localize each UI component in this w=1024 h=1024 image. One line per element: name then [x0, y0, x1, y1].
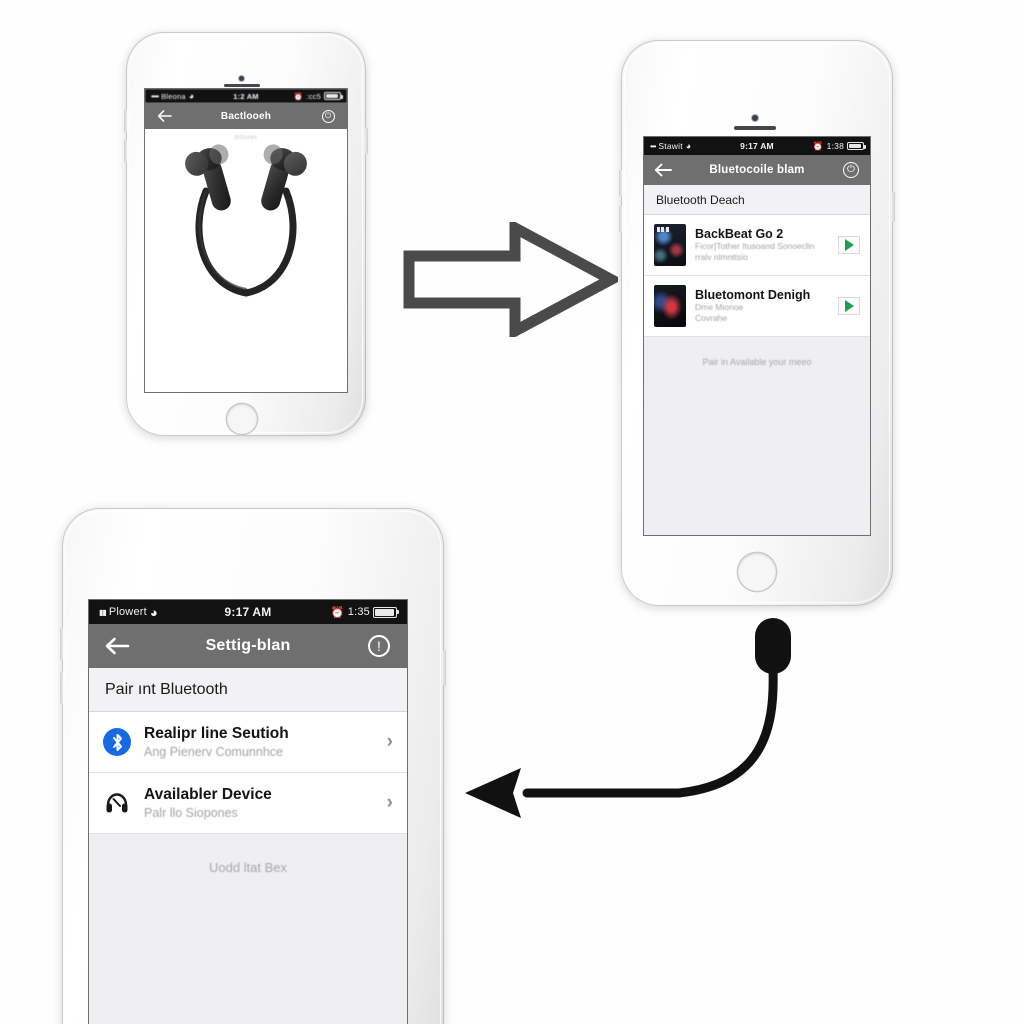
battery-icon [324, 92, 344, 100]
phone-1: •••• Bleona ◕ 1:2 AM ⏰ :cc5 Bactlooeh ⏻ … [124, 32, 368, 436]
phone-3-title: Settig-blan [205, 637, 291, 654]
carrier-label: Stawit [658, 141, 683, 151]
device-name: Bluetomont Denigh [695, 287, 811, 302]
phone-2-title: Bluetocoile blam [709, 164, 805, 176]
earbuds-illustration [145, 125, 347, 340]
phone-1-earpiece-speaker [224, 84, 260, 87]
alarm-icon: ⏰ [293, 91, 304, 101]
phone-3: ▮▮ Plowert ◕ 9:17 AM ⏰ 1:35 Settig-blan … [60, 508, 446, 1024]
phone-3-navbar: Settig-blan ! [89, 624, 407, 668]
chevron-right-icon: › [386, 792, 393, 813]
phone-1-title: Bactlooeh [220, 110, 272, 122]
carrier-label: Plowert [108, 606, 147, 618]
power-icon[interactable]: ⏻ [318, 106, 338, 126]
device-subtitle-line2: Covrahe [695, 313, 728, 323]
device-thumbnail-icon [654, 224, 686, 266]
phone-1-home-button[interactable] [227, 404, 257, 434]
back-arrow-icon[interactable] [154, 106, 174, 126]
signal-strength-icon: ▮▮ [99, 607, 107, 617]
list-item[interactable]: Realipr line Seutioh Ang Pienerv Comunnh… [89, 712, 407, 773]
phone-3-footer-note: Uodd ltat Bex [208, 860, 288, 875]
alarm-icon: ⏰ [812, 140, 824, 151]
battery-icon [847, 142, 866, 150]
device-subtitle-line2: rralv nlmnttsio [695, 252, 748, 262]
power-icon[interactable]: ⏻ [841, 160, 861, 180]
phone-2-earpiece-speaker [734, 126, 776, 130]
wifi-icon: ◕ [188, 91, 195, 101]
phone-3-volume-down-button[interactable] [60, 672, 63, 704]
phone-3-settings-list: Realipr line Seutioh Ang Pienerv Comunnh… [89, 712, 407, 834]
table-row[interactable]: Bluetomont Denigh Dme Mionoe Covrahe [644, 276, 870, 337]
signal-strength-icon: ••• [650, 141, 656, 151]
phone-2: ••• Stawit ◕ 9:17 AM ⏰ 1:38 Bluetocoile … [619, 40, 895, 606]
phone-2-volume-down-button[interactable] [619, 206, 622, 232]
device-subtitle-line1: Ficor]Tother Itusoand Sonoeclin [695, 240, 815, 251]
phone-2-footer-note: Pair in Available your meeo [702, 357, 812, 367]
alarm-icon: ⏰ [330, 606, 345, 619]
play-icon[interactable] [838, 236, 860, 254]
phone-1-power-button[interactable] [365, 128, 368, 154]
phone-2-device-list: BackBeat Go 2 Ficor]Tother Itusoand Sono… [644, 215, 870, 337]
phone-1-screen: •••• Bleona ◕ 1:2 AM ⏰ :cc5 Bactlooeh ⏻ … [145, 89, 347, 392]
wifi-icon: ◕ [149, 604, 158, 620]
phone-2-volume-up-button[interactable] [619, 170, 622, 196]
phone-1-volume-up-button[interactable] [124, 110, 127, 132]
battery-percent-label: 1:38 [826, 141, 844, 151]
phone-1-front-camera-icon [239, 76, 244, 81]
phone-2-power-button[interactable] [892, 192, 895, 222]
wifi-icon: ◕ [685, 141, 692, 151]
device-thumbnail-icon [654, 285, 686, 327]
phone-2-section-header: Bluetooth Deach [644, 185, 870, 215]
device-name: BackBeat Go 2 [695, 226, 784, 241]
back-arrow-icon[interactable] [103, 632, 131, 660]
battery-icon [373, 606, 399, 618]
headphones-icon [103, 789, 131, 817]
phone-3-power-button[interactable] [443, 650, 446, 686]
phone-3-screen: ▮▮ Plowert ◕ 9:17 AM ⏰ 1:35 Settig-blan … [89, 600, 407, 1024]
info-icon[interactable]: ! [365, 632, 393, 660]
right-arrow-icon [403, 218, 623, 341]
clock-label: 9:17 AM [224, 605, 272, 619]
curved-left-arrow-icon [443, 612, 821, 840]
battery-percent-label: 1:35 [347, 606, 370, 618]
phone-2-home-button[interactable] [738, 553, 776, 591]
phone-3-volume-up-button[interactable] [60, 628, 63, 660]
list-item-title: Realipr line Seutioh [144, 725, 289, 742]
carrier-label: Bleona [161, 91, 186, 101]
phone-1-volume-down-button[interactable] [124, 140, 127, 162]
phone-3-section-header: Pair ınt Bluetooth [89, 668, 407, 712]
phone-2-screen: ••• Stawit ◕ 9:17 AM ⏰ 1:38 Bluetocoile … [644, 137, 870, 535]
table-row[interactable]: BackBeat Go 2 Ficor]Tother Itusoand Sono… [644, 215, 870, 276]
phone-2-navbar: Bluetocoile blam ⏻ [644, 155, 870, 185]
battery-percent-label: :cc5 [306, 91, 322, 101]
device-subtitle-line1: Dme Mionoe [695, 301, 744, 312]
scene-canvas: •••• Bleona ◕ 1:2 AM ⏰ :cc5 Bactlooeh ⏻ … [0, 0, 1024, 1024]
list-item-subtitle: Palr llo Siopones [144, 806, 238, 820]
signal-strength-icon: •••• [151, 91, 159, 101]
phone-2-front-camera-icon [752, 115, 758, 121]
chevron-right-icon: › [386, 731, 393, 752]
phone-3-status-bar: ▮▮ Plowert ◕ 9:17 AM ⏰ 1:35 [89, 600, 407, 624]
list-item-title: Availabler Device [144, 786, 272, 803]
clock-label: 1:2 AM [233, 91, 259, 101]
phone-2-status-bar: ••• Stawit ◕ 9:17 AM ⏰ 1:38 [644, 137, 870, 155]
clock-label: 9:17 AM [740, 141, 774, 151]
play-icon[interactable] [838, 297, 860, 315]
list-item-subtitle: Ang Pienerv Comunnhce [144, 745, 283, 759]
phone-1-status-bar: •••• Bleona ◕ 1:2 AM ⏰ :cc5 [145, 89, 347, 103]
list-item[interactable]: Availabler Device Palr llo Siopones › [89, 773, 407, 834]
bluetooth-icon [103, 728, 131, 756]
back-arrow-icon[interactable] [653, 160, 673, 180]
